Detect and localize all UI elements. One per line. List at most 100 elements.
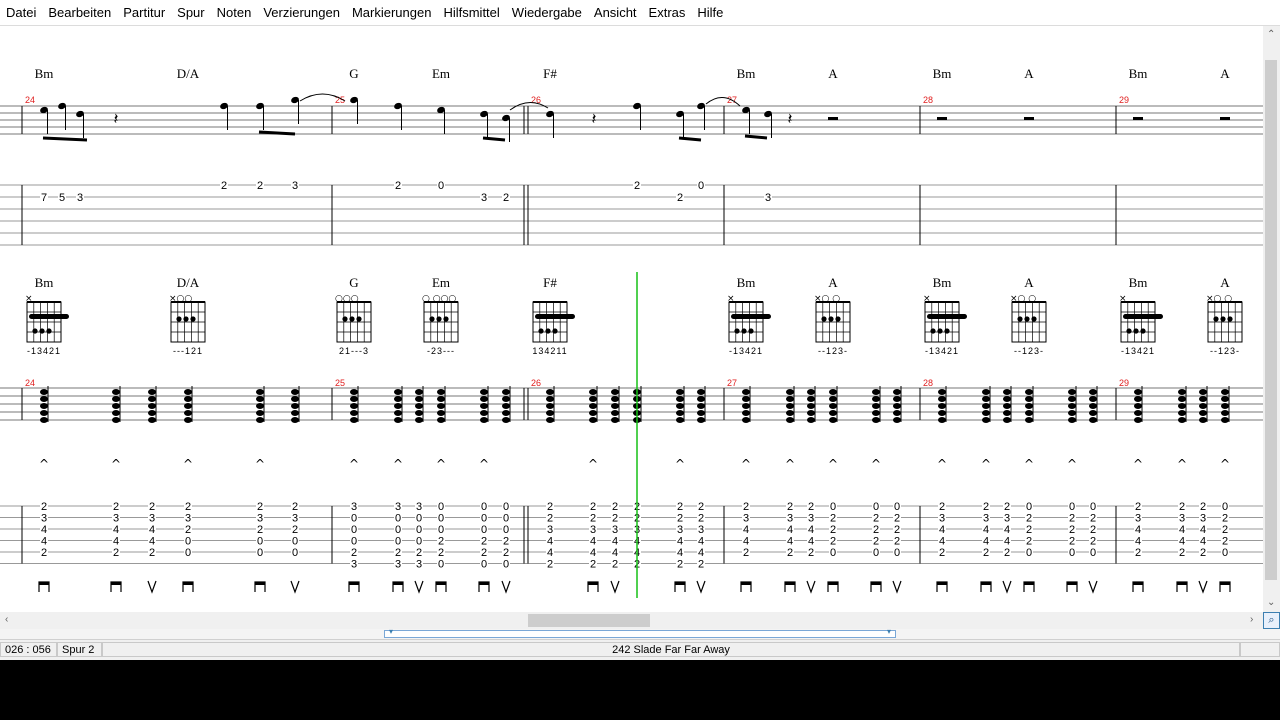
chord-finger-dot (342, 316, 348, 322)
chord-name: D/A (177, 275, 200, 290)
note-head (148, 410, 156, 416)
menu-noten[interactable]: Noten (211, 0, 258, 25)
tab-fret-number: 2 (481, 547, 487, 559)
tab-fret-number: 2 (416, 547, 422, 559)
menu-verzierungen[interactable]: Verzierungen (257, 0, 346, 25)
chord-finger-dot (545, 328, 551, 334)
note-head (502, 403, 510, 409)
tab-fret-number: 3 (1179, 513, 1185, 525)
note-head (350, 403, 358, 409)
note-head (184, 403, 192, 409)
downstroke-bar (828, 582, 838, 585)
tab-fret-number: 0 (416, 536, 422, 548)
score-view[interactable]: Bm D/A G Em F# Bm A Bm A Bm A 24 25 26 27 28 29 𝄽 𝄽 𝄽 7 5 3 2 2 3… (0, 26, 1263, 612)
vertical-scroll-thumb[interactable] (1265, 60, 1277, 580)
tab-fret-number: 0 (416, 513, 422, 525)
accent-mark-icon: ^ (871, 457, 881, 471)
accent-mark-icon: ^ (436, 457, 446, 471)
note-head (872, 417, 880, 423)
downstroke-bar (1067, 582, 1077, 585)
menu-ansicht[interactable]: Ansicht (588, 0, 643, 25)
tab-fret-number: 2 (503, 547, 509, 559)
beam (42, 136, 88, 142)
tab-fret-number: 2 (1069, 536, 1075, 548)
note-head (350, 389, 358, 395)
horizontal-scrollbar[interactable]: ‹ › (0, 612, 1263, 629)
menu-spur[interactable]: Spur (171, 0, 210, 25)
tab-fret-number: 5 (59, 192, 65, 204)
tab-fret-number: 2 (113, 501, 119, 513)
note-head (1025, 417, 1033, 423)
upstroke-icon (147, 580, 157, 594)
score-canvas[interactable]: Bm D/A G Em F# Bm A Bm A Bm A24 25 26 27 28 29𝄽 𝄽 𝄽7 5 32 2 3… (0, 26, 1263, 612)
scroll-right-icon[interactable]: › (1250, 615, 1253, 625)
tab-fret-number: 0 (395, 513, 401, 525)
tab-fret-number: 0 (1222, 501, 1228, 513)
tab-fret-number: 2 (185, 501, 191, 513)
note-head (786, 396, 794, 402)
menu-hilfsmittel[interactable]: Hilfsmittel (437, 0, 505, 25)
note-head (829, 410, 837, 416)
tab-fret-number: 2 (983, 547, 989, 559)
tab-fret-number: 2 (1135, 501, 1141, 513)
menu-datei[interactable]: Datei (0, 0, 42, 25)
tab-fret-number: 2 (612, 559, 618, 571)
tab-fret-number: 2 (41, 547, 47, 559)
note-head (1089, 410, 1097, 416)
menu-markierungen[interactable]: Markierungen (346, 0, 438, 25)
vertical-scrollbar[interactable]: ⌃ ⌄ (1263, 26, 1280, 612)
quarter-rest-icon: 𝄽 (114, 111, 119, 128)
chord-finger-dot (828, 316, 834, 322)
note-head (829, 417, 837, 423)
note-head (786, 410, 794, 416)
chord-finger-dot (1227, 316, 1233, 322)
horizontal-scroll-thumb[interactable] (528, 614, 650, 627)
menu-extras[interactable]: Extras (643, 0, 692, 25)
menu-partitur[interactable]: Partitur (117, 0, 171, 25)
seek-end-marker-icon[interactable]: ▾ (887, 627, 891, 636)
note-head (829, 403, 837, 409)
note-head (1199, 403, 1207, 409)
chord-fingering: 134211 (532, 346, 567, 356)
song-seek-bar[interactable]: ▾ ▾ (384, 627, 896, 638)
note-head (1221, 389, 1229, 395)
scroll-up-icon[interactable]: ⌃ (1267, 30, 1275, 40)
scroll-down-icon[interactable]: ⌄ (1267, 598, 1275, 608)
tab-fret-number: 0 (351, 513, 357, 525)
note-head (1134, 396, 1142, 402)
tab-fret-number: 0 (873, 501, 879, 513)
tab-fret-number: 0 (830, 501, 836, 513)
note-head (742, 403, 750, 409)
note-head (437, 396, 445, 402)
note-head (1199, 417, 1207, 423)
menu-wiedergabe[interactable]: Wiedergabe (506, 0, 588, 25)
note-head (807, 410, 815, 416)
note-head (697, 410, 705, 416)
tab-fret-number: 2 (808, 501, 814, 513)
tab-fret-number: 2 (395, 180, 401, 192)
chord-finger-dot (1220, 316, 1226, 322)
guitar-pro-window: Datei Bearbeiten Partitur Spur Noten Verzieru… (0, 0, 1280, 660)
tab-fret-number: 2 (698, 513, 704, 525)
tab-fret-number: 2 (503, 536, 509, 548)
menu-bearbeiten[interactable]: Bearbeiten (42, 0, 117, 25)
note-head (256, 396, 264, 402)
note-head (394, 389, 402, 395)
zoom-icon[interactable]: ⌕ (1263, 612, 1280, 629)
seek-start-marker-icon[interactable]: ▾ (389, 627, 393, 636)
tab-fret-number: 2 (149, 501, 155, 513)
note-head (502, 396, 510, 402)
note-head (112, 410, 120, 416)
tab-fret-number: 3 (808, 513, 814, 525)
scroll-left-icon[interactable]: ‹ (5, 615, 8, 625)
chord-finger-dot (436, 316, 442, 322)
tab-fret-number: 7 (41, 192, 47, 204)
note-head (938, 410, 946, 416)
menu-hilfe[interactable]: Hilfe (691, 0, 729, 25)
tab-fret-number: 3 (590, 524, 596, 536)
bar-number: 24 (25, 378, 35, 388)
accent-mark-icon: ^ (588, 457, 598, 471)
tab-fret-number: 0 (438, 513, 444, 525)
chord-name: Em (432, 66, 450, 81)
chord-finger-dot (944, 328, 950, 334)
